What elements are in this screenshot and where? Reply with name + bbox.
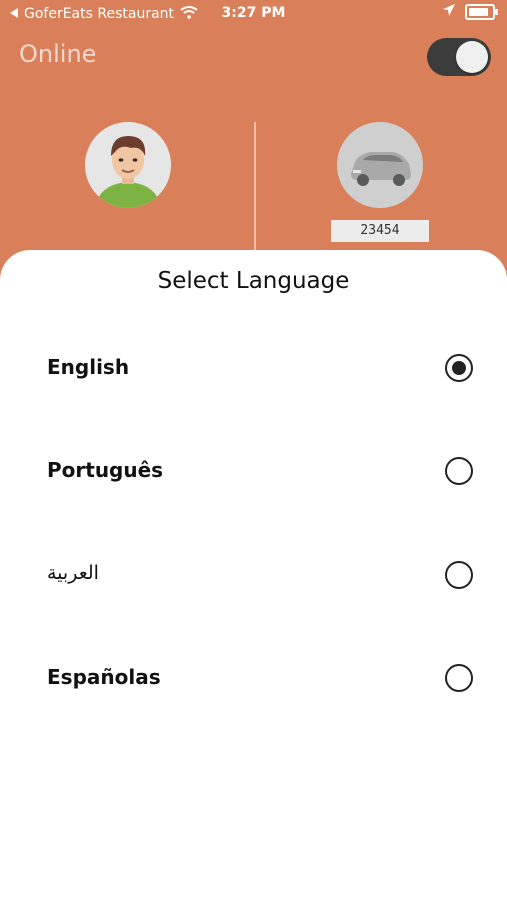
language-option-english[interactable]: English	[0, 340, 507, 400]
sheet-title: Select Language	[157, 268, 350, 294]
online-toggle[interactable]	[427, 38, 491, 76]
battery-icon	[465, 4, 498, 20]
language-selection-sheet: Select Language English Português العربي…	[0, 250, 507, 900]
radio-unselected-icon[interactable]	[445, 664, 473, 692]
status-bar: GoferEats Restaurant 3:27 PM	[0, 0, 507, 28]
header-divider	[254, 122, 256, 252]
language-label: العربية	[47, 562, 99, 584]
location-arrow-icon	[443, 4, 455, 20]
online-status-label: Online	[19, 40, 97, 68]
radio-selected-icon[interactable]	[445, 354, 473, 382]
status-indicators	[443, 4, 498, 20]
language-option-spanish[interactable]: Españolas	[0, 650, 507, 710]
language-label: English	[47, 355, 130, 379]
radio-unselected-icon[interactable]	[445, 561, 473, 589]
vehicle-plate-number: 23454	[331, 220, 429, 242]
car-icon	[337, 122, 423, 208]
language-option-portuguese[interactable]: Português	[0, 443, 507, 503]
vehicle-photo[interactable]	[337, 122, 423, 208]
language-label: Português	[47, 458, 164, 482]
language-label: Españolas	[47, 665, 161, 689]
person-avatar-icon	[85, 122, 171, 208]
toggle-knob	[456, 41, 488, 73]
language-option-arabic[interactable]: العربية	[0, 547, 507, 607]
status-time: 3:27 PM	[221, 5, 286, 21]
radio-unselected-icon[interactable]	[445, 457, 473, 485]
driver-avatar[interactable]	[85, 122, 171, 208]
